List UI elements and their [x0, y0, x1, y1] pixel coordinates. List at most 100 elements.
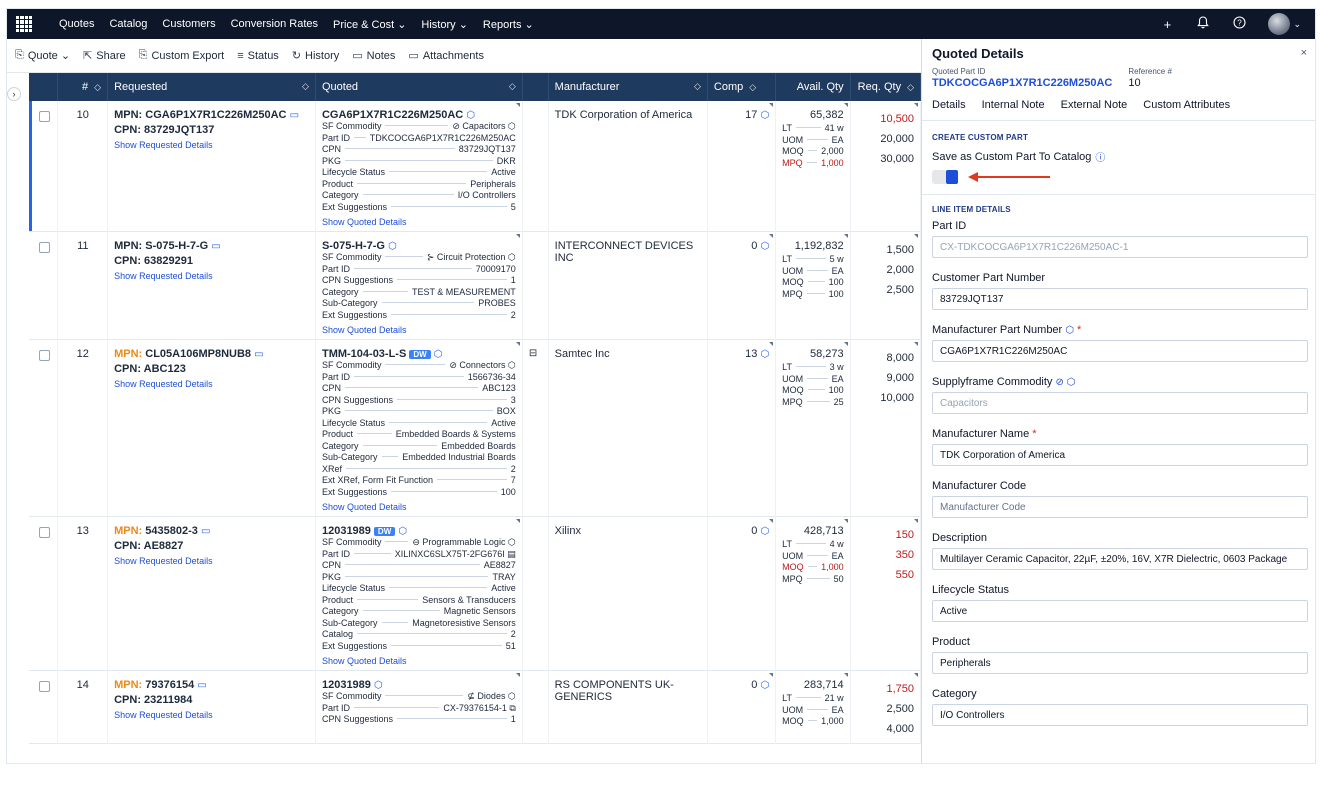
header-quoted[interactable]: Quoted ◇	[315, 73, 523, 101]
row-checkbox[interactable]	[39, 111, 50, 122]
req-qty-value: 30,000	[880, 153, 914, 165]
quote-menu-button[interactable]: ⎘ Quote ⌄	[15, 49, 70, 62]
bell-icon[interactable]	[1196, 16, 1210, 32]
quoted-part-number[interactable]: TMM-104-03-L-S	[322, 348, 406, 360]
row-checkbox[interactable]	[39, 242, 50, 253]
cube-icon[interactable]: ⬡	[374, 680, 383, 691]
spec-label: CPN Suggestions	[321, 714, 394, 724]
req-qty-value: 550	[895, 569, 914, 581]
folder-icon[interactable]: ▭	[201, 526, 210, 537]
cube-icon[interactable]: ⬡	[434, 349, 443, 360]
req-qty-cell: 1,750 2,500 4,000	[850, 670, 921, 744]
expand-sidebar-button[interactable]: ›	[7, 87, 21, 101]
info-icon[interactable]: ⓘ	[1095, 149, 1105, 164]
show-quoted-details-link[interactable]: Show Quoted Details	[322, 217, 516, 227]
app-logo[interactable]	[7, 9, 41, 39]
show-requested-details-link[interactable]: Show Requested Details	[114, 710, 309, 720]
comp-count[interactable]: 0	[751, 525, 757, 537]
quoted-part-number[interactable]: S-075-H-7-G	[322, 240, 385, 252]
user-menu[interactable]: ⌄	[1268, 13, 1301, 35]
custom-export-button[interactable]: ⎘ Custom Export	[139, 49, 225, 62]
cube-icon[interactable]: ⬡	[1065, 325, 1074, 336]
nav-item[interactable]: Conversion Rates	[231, 18, 318, 30]
show-requested-details-link[interactable]: Show Requested Details	[114, 379, 309, 389]
nav-item[interactable]: Customers	[162, 18, 215, 30]
folder-icon[interactable]: ▭	[290, 110, 299, 121]
cube-icon[interactable]: ⊘ ⬡	[1055, 377, 1075, 388]
quoted-part-number[interactable]: CGA6P1X7R1C226M250AC	[322, 109, 463, 121]
leader-line	[807, 720, 818, 721]
cube-icon[interactable]: ⬡	[760, 241, 769, 252]
attachments-button[interactable]: ▭ Attachments	[408, 49, 484, 63]
quoted-spec-row: Sub-Category Magnetoresistive Sensors	[322, 618, 516, 630]
req-qty-cell: 10,500 20,000 30,000	[850, 101, 921, 232]
folder-icon[interactable]: ▭	[254, 349, 263, 360]
lifecycle-status-input[interactable]: Active	[932, 600, 1308, 622]
history-button[interactable]: ↻ History	[292, 49, 339, 63]
manufacturer-code-input[interactable]: Manufacturer Code	[932, 496, 1308, 518]
show-requested-details-link[interactable]: Show Requested Details	[114, 556, 309, 566]
close-icon[interactable]: ×	[1301, 47, 1307, 59]
row-checkbox[interactable]	[39, 681, 50, 692]
folder-icon[interactable]: ▭	[197, 680, 206, 691]
header-req-qty[interactable]: Req. Qty ◇	[850, 73, 921, 101]
nav-item[interactable]: History ⌄	[421, 18, 468, 31]
nav-item[interactable]: Reports ⌄	[483, 18, 534, 31]
folder-icon[interactable]: ▭	[211, 241, 220, 252]
cube-icon[interactable]: ⬡	[760, 680, 769, 691]
tab-internal-note[interactable]: Internal Note	[982, 99, 1045, 120]
cube-icon[interactable]: ⬡	[760, 110, 769, 121]
share-button[interactable]: ⇱ Share	[83, 49, 126, 63]
cube-icon[interactable]: ⬡	[466, 110, 475, 121]
cube-icon[interactable]: ⬡	[388, 241, 397, 252]
show-requested-details-link[interactable]: Show Requested Details	[114, 271, 309, 281]
quoted-part-id-link[interactable]: TDKCOCGA6P1X7R1C226M250AC	[932, 77, 1112, 89]
tab-custom-attributes[interactable]: Custom Attributes	[1143, 99, 1230, 120]
quoted-cell: TMM-104-03-L-S DW ⬡ SF Commodity ⊘ Connector…	[315, 339, 523, 517]
product-input[interactable]: Peripherals	[932, 652, 1308, 674]
quoted-spec-row: Part ID 1566736-34	[322, 372, 516, 384]
quoted-part-number[interactable]: 12031989	[322, 679, 371, 691]
cube-icon[interactable]: ⬡	[398, 526, 407, 537]
comp-count[interactable]: 13	[745, 348, 757, 360]
nav-item[interactable]: Catalog	[109, 18, 147, 30]
show-quoted-details-link[interactable]: Show Quoted Details	[322, 656, 516, 666]
nav-item[interactable]: Price & Cost ⌄	[333, 18, 406, 31]
manufacturer-part-number-input[interactable]: CGA6P1X7R1C226M250AC	[932, 340, 1308, 362]
show-requested-details-link[interactable]: Show Requested Details	[114, 140, 309, 150]
notes-button[interactable]: ▭ Notes	[352, 49, 395, 63]
description-input[interactable]: Multilayer Ceramic Capacitor, 22µF, ±20%…	[932, 548, 1308, 570]
cube-icon[interactable]: ⬡	[760, 526, 769, 537]
header-requested[interactable]: Requested ◇	[107, 73, 316, 101]
field-label-text: Lifecycle Status	[932, 584, 1010, 596]
header-num[interactable]: # ◇	[57, 73, 109, 101]
cube-icon[interactable]: ⬡	[760, 349, 769, 360]
share-icon: ⇱	[83, 50, 93, 62]
quoted-part-number[interactable]: 12031989	[322, 525, 371, 537]
tab-details[interactable]: Details	[932, 99, 966, 120]
show-quoted-details-link[interactable]: Show Quoted Details	[322, 325, 516, 335]
help-icon[interactable]: ?	[1232, 16, 1246, 32]
comp-count[interactable]: 0	[751, 240, 757, 252]
comp-count[interactable]: 17	[745, 109, 757, 121]
tab-external-note[interactable]: External Note	[1061, 99, 1128, 120]
status-button[interactable]: ≡ Status	[237, 50, 279, 62]
category-input[interactable]: I/O Controllers	[932, 704, 1308, 726]
row-checkbox[interactable]	[39, 527, 50, 538]
save-custom-toggle[interactable]	[932, 170, 958, 184]
comp-count[interactable]: 0	[751, 679, 757, 691]
leader-line	[353, 267, 472, 269]
row-checkbox[interactable]	[39, 350, 50, 361]
header-avail-qty[interactable]: Avail. Qty	[775, 73, 851, 101]
manufacturer-name-input[interactable]: TDK Corporation of America	[932, 444, 1308, 466]
comp-cell: 0 ⬡	[707, 516, 777, 671]
show-quoted-details-link[interactable]: Show Quoted Details	[322, 502, 516, 512]
quoted-spec-row: Ext Suggestions 5	[322, 202, 516, 214]
customer-part-number-input[interactable]: 83729JQT137	[932, 288, 1308, 310]
cell-corner-marker	[914, 519, 918, 523]
header-comp[interactable]: Comp ◇	[707, 73, 777, 101]
header-manufacturer[interactable]: Manufacturer ◇	[548, 73, 708, 101]
spec-value: ⊘ Connectors ⬡	[449, 360, 516, 370]
nav-item[interactable]: Quotes	[59, 18, 94, 30]
plus-icon[interactable]: +	[1160, 17, 1174, 32]
